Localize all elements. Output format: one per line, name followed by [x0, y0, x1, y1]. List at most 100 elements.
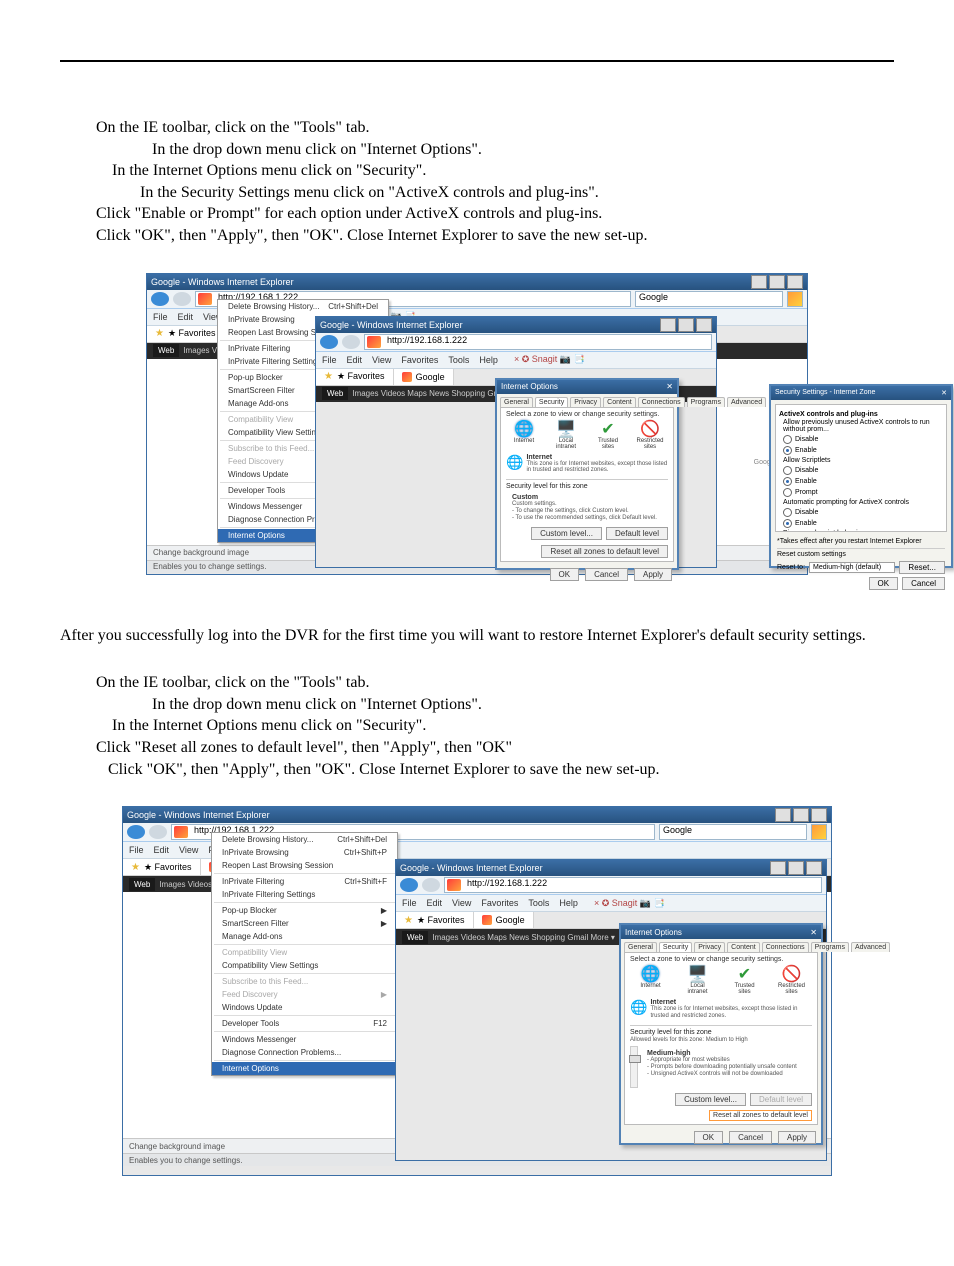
radio-disable[interactable] — [783, 466, 792, 475]
zone-internet[interactable]: 🌐Internet — [635, 967, 667, 995]
search-box[interactable]: Google — [659, 824, 807, 840]
favorites-label[interactable]: ★ Favorites — [168, 328, 216, 339]
reset-button[interactable]: Reset... — [899, 561, 945, 574]
zone-trusted[interactable]: ✔Trusted sites — [592, 422, 624, 450]
forward-button[interactable] — [422, 878, 440, 892]
cancel-button[interactable]: Cancel — [729, 1131, 772, 1144]
window-title: Google - Windows Internet Explorer — [151, 277, 294, 287]
zone-title: Internet — [526, 454, 668, 461]
close-button[interactable] — [806, 861, 822, 875]
search-box[interactable]: Google — [635, 291, 783, 307]
minimize-button[interactable] — [660, 318, 676, 332]
default-level-button[interactable]: Default level — [606, 527, 668, 540]
radio-prompt[interactable] — [783, 488, 792, 497]
cancel-button[interactable]: Cancel — [902, 577, 945, 590]
maximize-button[interactable] — [788, 861, 804, 875]
nav-web[interactable]: Web — [153, 344, 179, 357]
minimize-button[interactable] — [751, 275, 767, 289]
zone-internet[interactable]: 🌐Internet — [508, 422, 540, 450]
sec-level-label: Security level for this zone — [506, 479, 668, 490]
maximize-button[interactable] — [678, 318, 694, 332]
back-button[interactable] — [400, 878, 418, 892]
tab-content[interactable]: Content — [603, 397, 636, 407]
custom-level-button[interactable]: Custom level... — [531, 527, 602, 540]
zone-restricted[interactable]: 🚫Restricted sites — [634, 422, 666, 450]
ok-button[interactable]: OK — [694, 1131, 724, 1144]
dialog-close-icon[interactable]: ✕ — [810, 928, 817, 937]
zone-desc: This zone is for Internet websites, exce… — [526, 461, 668, 475]
maximize-button[interactable] — [769, 275, 785, 289]
custom-level-button[interactable]: Custom level... — [675, 1093, 746, 1106]
forward-button[interactable] — [149, 825, 167, 839]
radio-disable[interactable] — [783, 508, 792, 517]
ie-window-main-1: Google - Windows Internet Explorer http:… — [146, 273, 808, 575]
reset-to-select[interactable]: Medium-high (default) — [809, 562, 895, 573]
zone-local-intranet[interactable]: 🖥️Local intranet — [682, 967, 714, 995]
menuitem-internet-options[interactable]: Internet Options — [212, 1062, 397, 1075]
instr-line: In the drop down menu click on "Internet… — [60, 139, 894, 161]
close-button[interactable] — [787, 275, 803, 289]
back-button[interactable] — [320, 335, 338, 349]
minimize-button[interactable] — [775, 808, 791, 822]
close-button[interactable] — [696, 318, 712, 332]
cancel-button[interactable]: Cancel — [585, 568, 628, 581]
tab-connections[interactable]: Connections — [638, 397, 685, 407]
instr-line: Click "OK", then "Apply", then "OK". Clo… — [60, 225, 894, 247]
search-button[interactable] — [811, 824, 827, 840]
back-button[interactable] — [151, 292, 169, 306]
address-bar[interactable]: http://192.168.1.222 — [364, 334, 712, 350]
forward-button[interactable] — [173, 292, 191, 306]
radio-enable[interactable] — [783, 519, 792, 528]
dialog-close-icon[interactable]: ✕ — [941, 389, 947, 397]
restart-note: *Takes effect after you restart Internet… — [777, 538, 945, 545]
page-rule — [60, 60, 894, 62]
radio-disable[interactable] — [783, 435, 792, 444]
forward-button[interactable] — [342, 335, 360, 349]
apply-button[interactable]: Apply — [778, 1131, 816, 1144]
globe-icon: 🌐 — [506, 454, 523, 471]
instr-line: In the Internet Options menu click on "S… — [60, 160, 894, 182]
tab-privacy[interactable]: Privacy — [694, 942, 725, 952]
zone-restricted[interactable]: 🚫Restricted sites — [776, 967, 808, 995]
instr-line: On the IE toolbar, click on the "Tools" … — [60, 117, 894, 139]
tab-privacy[interactable]: Privacy — [570, 397, 601, 407]
back-button[interactable] — [127, 825, 145, 839]
tab-general[interactable]: General — [624, 942, 657, 952]
reset-zones-button[interactable]: Reset all zones to default level — [709, 1110, 812, 1121]
menuitem-delete-history[interactable]: Delete Browsing History...Ctrl+Shift+Del — [218, 300, 388, 313]
close-button[interactable] — [811, 808, 827, 822]
instruction-block-1: On the IE toolbar, click on the "Tools" … — [60, 117, 894, 247]
reset-zones-button[interactable]: Reset all zones to default level — [541, 545, 668, 558]
tab-programs[interactable]: Programs — [811, 942, 849, 952]
apply-button[interactable]: Apply — [634, 568, 672, 581]
radio-enable[interactable] — [783, 477, 792, 486]
activex-item: Automatic prompting for ActiveX controls — [783, 499, 909, 506]
tab-advanced[interactable]: Advanced — [851, 942, 890, 952]
tab-general[interactable]: General — [500, 397, 533, 407]
security-slider[interactable] — [630, 1046, 638, 1088]
zone-local-intranet[interactable]: 🖥️Local intranet — [550, 422, 582, 450]
tab-security[interactable]: Security — [535, 397, 568, 407]
internet-options-dialog-1: Internet Options✕ General Security Priva… — [495, 378, 679, 570]
ok-button[interactable]: OK — [869, 577, 899, 590]
search-button[interactable] — [787, 291, 803, 307]
tab-connections[interactable]: Connections — [762, 942, 809, 952]
maximize-button[interactable] — [793, 808, 809, 822]
address-bar[interactable]: http://192.168.1.222 — [444, 877, 822, 893]
ok-button[interactable]: OK — [550, 568, 580, 581]
radio-enable[interactable] — [783, 446, 792, 455]
tab-content[interactable]: Content — [727, 942, 760, 952]
favorites-star-icon[interactable]: ★ — [155, 328, 164, 339]
tab-security[interactable]: Security — [659, 942, 692, 952]
minimize-button[interactable] — [770, 861, 786, 875]
zone-select-hint: Select a zone to view or change security… — [506, 411, 668, 418]
tab-programs[interactable]: Programs — [687, 397, 725, 407]
section-activex: ActiveX controls and plug-ins — [779, 411, 943, 418]
tools-dropdown: Delete Browsing History...Ctrl+Shift+Del… — [211, 832, 398, 1076]
tab-advanced[interactable]: Advanced — [727, 397, 766, 407]
zone-trusted[interactable]: ✔Trusted sites — [729, 967, 761, 995]
menu-file[interactable]: File — [153, 312, 168, 322]
menu-edit[interactable]: Edit — [178, 312, 194, 322]
dialog-close-icon[interactable]: ✕ — [666, 382, 673, 391]
default-level-button: Default level — [750, 1093, 812, 1106]
